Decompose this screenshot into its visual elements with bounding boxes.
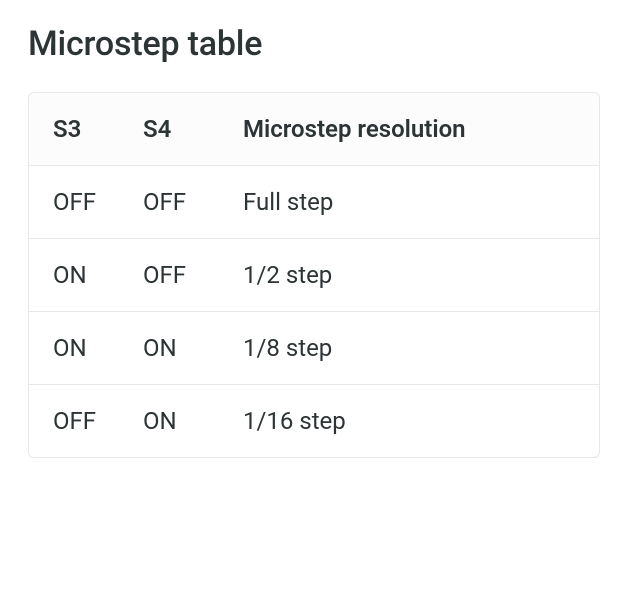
table-row: OFF OFF Full step: [29, 166, 599, 239]
page-title: Microstep table: [28, 24, 600, 64]
cell-s3: ON: [53, 334, 143, 362]
table-header-resolution: Microstep resolution: [243, 115, 575, 143]
cell-s4: OFF: [143, 188, 243, 216]
table-header-s3: S3: [53, 115, 143, 143]
cell-s3: ON: [53, 261, 143, 289]
cell-s3: OFF: [53, 188, 143, 216]
table-header-row: S3 S4 Microstep resolution: [29, 93, 599, 166]
cell-s3: OFF: [53, 407, 143, 435]
cell-resolution: 1/16 step: [243, 407, 575, 435]
cell-resolution: 1/2 step: [243, 261, 575, 289]
cell-s4: OFF: [143, 261, 243, 289]
table-row: ON ON 1/8 step: [29, 312, 599, 385]
cell-resolution: 1/8 step: [243, 334, 575, 362]
cell-s4: ON: [143, 334, 243, 362]
table-row: ON OFF 1/2 step: [29, 239, 599, 312]
table-row: OFF ON 1/16 step: [29, 385, 599, 457]
cell-resolution: Full step: [243, 188, 575, 216]
cell-s4: ON: [143, 407, 243, 435]
microstep-table: S3 S4 Microstep resolution OFF OFF Full …: [28, 92, 600, 458]
table-header-s4: S4: [143, 115, 243, 143]
